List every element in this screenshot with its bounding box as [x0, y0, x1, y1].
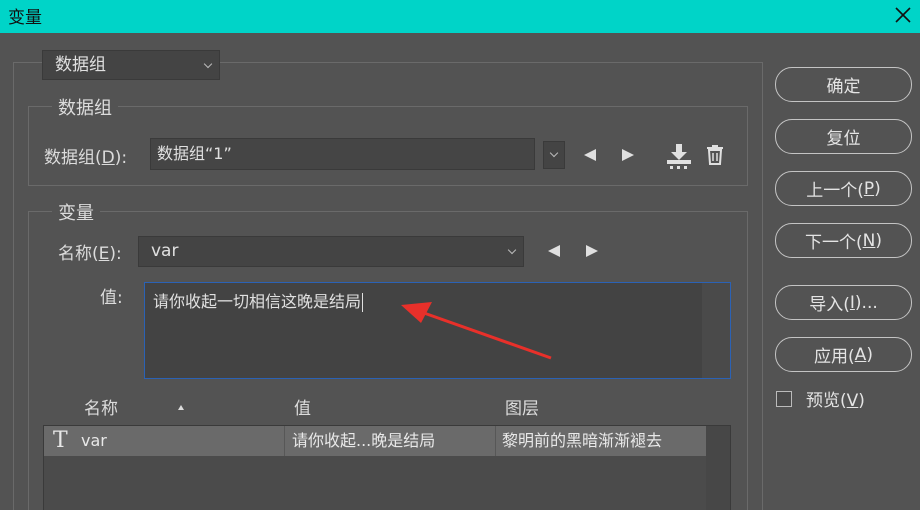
data-set-dropdown-button[interactable] — [543, 141, 565, 169]
cell-divider — [495, 426, 496, 456]
data-set-prev-arrow-icon[interactable] — [584, 149, 596, 161]
variable-next-arrow-icon[interactable] — [586, 245, 598, 257]
data-set-label: 数据组(D): — [44, 148, 128, 168]
data-set-next-arrow-icon[interactable] — [622, 149, 634, 161]
text-layer-icon: T — [53, 428, 68, 453]
text-cursor — [362, 293, 364, 312]
title-bar: 变量 — [0, 0, 920, 33]
table-scrollbar[interactable] — [706, 426, 730, 510]
cell-divider — [284, 426, 285, 456]
value-text: 请你收起一切相信这晚是结局 — [153, 292, 362, 311]
variables-table: T var 请你收起...晚是结局 黎明前的黑暗渐渐褪去 — [43, 425, 731, 510]
column-header-value[interactable]: 值 — [294, 394, 311, 419]
trash-icon[interactable] — [706, 145, 724, 165]
next-button[interactable]: 下一个(N) — [775, 223, 912, 258]
data-set-field[interactable]: 数据组“1” — [150, 138, 535, 170]
ok-button[interactable]: 确定 — [775, 67, 912, 102]
data-set-group-title: 数据组 — [52, 94, 118, 120]
import-button[interactable]: 导入(I)... — [775, 285, 912, 320]
preview-label: 预览(V) — [806, 391, 865, 411]
preview-checkbox[interactable] — [776, 391, 792, 407]
table-row[interactable]: T var 请你收起...晚是结局 黎明前的黑暗渐渐褪去 — [44, 426, 707, 456]
section-selector[interactable]: 数据组 — [42, 50, 220, 80]
row-value: 请你收起...晚是结局 — [292, 431, 436, 450]
row-name: var — [81, 431, 107, 450]
import-data-icon[interactable] — [666, 142, 692, 170]
chevron-down-icon — [549, 148, 559, 158]
variable-group-title: 变量 — [52, 199, 100, 225]
variable-name-value: var — [151, 241, 179, 261]
close-icon — [895, 7, 911, 23]
variable-name-select[interactable]: var — [138, 236, 524, 267]
section-selector-value: 数据组 — [55, 55, 106, 75]
row-layer: 黎明前的黑暗渐渐褪去 — [502, 431, 663, 450]
variable-name-label: 名称(E): — [58, 244, 122, 264]
window-title: 变量 — [8, 8, 42, 28]
reset-button[interactable]: 复位 — [775, 119, 912, 154]
chevron-down-icon — [507, 245, 517, 255]
value-label: 值: — [100, 288, 123, 308]
previous-button[interactable]: 上一个(P) — [775, 171, 912, 206]
chevron-down-icon — [203, 59, 213, 69]
annotation-arrow — [401, 302, 552, 360]
value-scrollbar[interactable] — [702, 283, 730, 378]
data-set-value: 数据组“1” — [157, 144, 232, 163]
variable-prev-arrow-icon[interactable] — [548, 245, 560, 257]
column-header-name[interactable]: 名称 — [84, 394, 118, 419]
close-button[interactable] — [888, 0, 918, 30]
column-header-layer[interactable]: 图层 — [505, 394, 539, 419]
apply-button[interactable]: 应用(A) — [775, 337, 912, 372]
sort-ascending-icon — [178, 405, 184, 410]
